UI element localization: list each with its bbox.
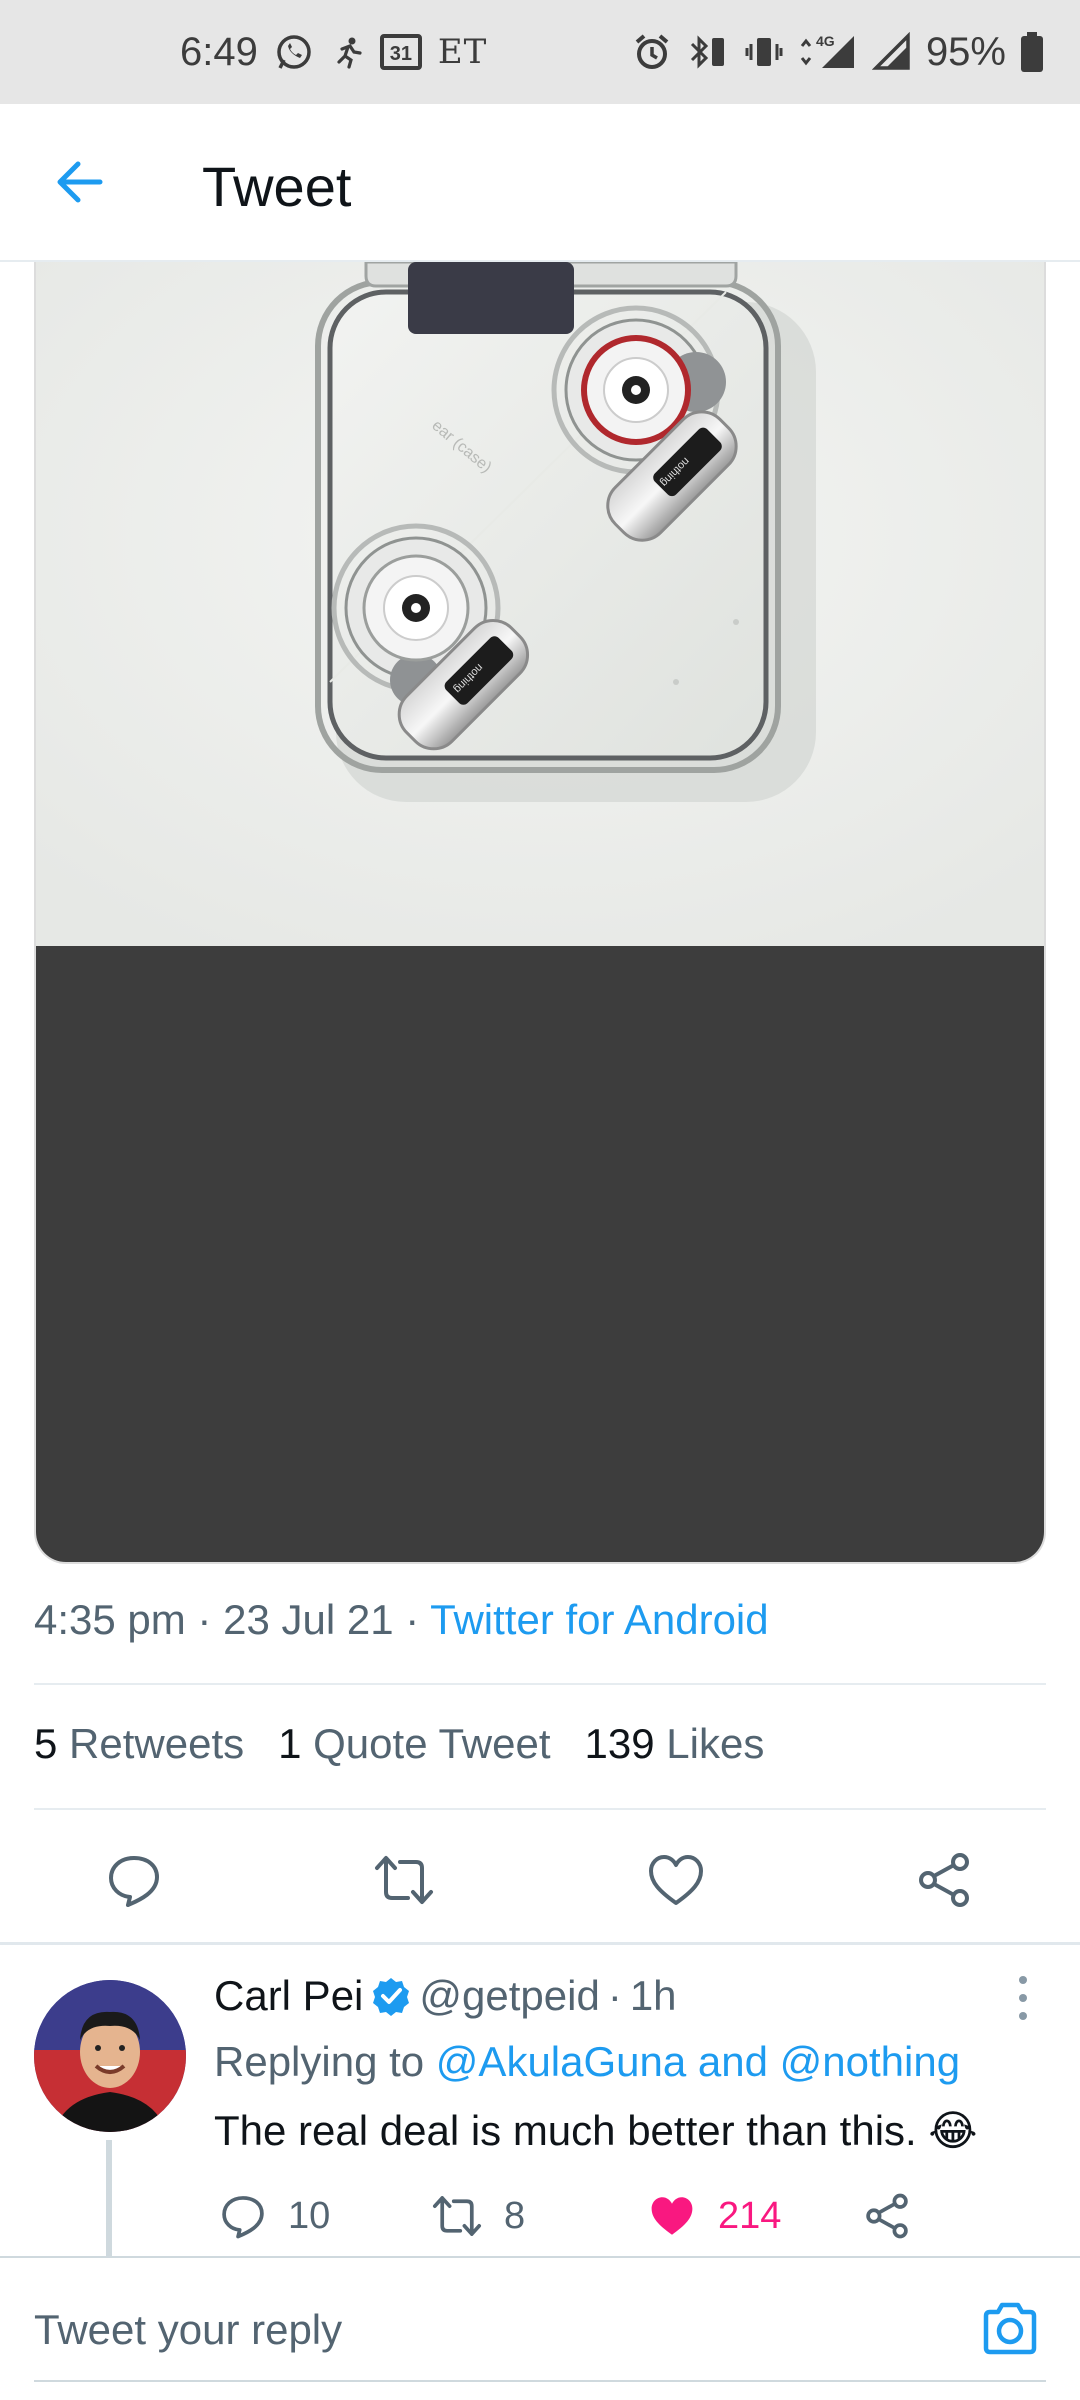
reply-like-count: 214: [718, 2194, 782, 2237]
earbuds-case-image: ear (case) nothing nothing: [36, 262, 1044, 946]
divider: [34, 1808, 1046, 1810]
reply-header: Carl Pei @getpeid · 1h: [214, 1972, 677, 2020]
reply-author-name[interactable]: Carl Pei: [214, 1972, 363, 2020]
battery-icon: [1020, 31, 1044, 73]
meta-separator: ·: [607, 1972, 622, 2019]
more-options-button[interactable]: [1010, 1976, 1036, 2020]
tweet-stats: 5 Retweets 1 Quote Tweet 139 Likes: [34, 1720, 764, 1768]
comment-icon: [109, 1856, 159, 1907]
mobile-data-signal-icon: 4G: [798, 32, 858, 72]
heart-filled-icon: [651, 2197, 693, 2235]
share-button[interactable]: [914, 1850, 974, 1910]
alarm-icon: [632, 32, 672, 72]
quotes-label: Quote Tweet: [313, 1720, 551, 1767]
tweet-media-dark-area: [36, 946, 1044, 1562]
divider: [34, 1683, 1046, 1685]
dot: [1019, 1994, 1027, 2002]
tweet-action-bar: [0, 1812, 1080, 1942]
retweet-icon: [432, 2196, 482, 2236]
reply-text: The real deal is much better than this. …: [214, 2107, 978, 2154]
back-button[interactable]: [48, 150, 112, 214]
camera-icon: [983, 2302, 1037, 2355]
share-icon: [919, 1853, 969, 1907]
avatar[interactable]: [34, 1980, 186, 2132]
tweet-time: 4:35 pm: [34, 1596, 186, 1643]
retweet-button[interactable]: [374, 1850, 434, 1910]
status-right: 4G 95%: [632, 0, 1044, 104]
reply-button[interactable]: [104, 1850, 164, 1910]
compose-underline: [34, 2380, 1046, 2382]
page-title: Tweet: [202, 155, 352, 218]
verified-badge-icon: [373, 1978, 410, 2016]
tweet-media[interactable]: ear (case) nothing nothing: [34, 262, 1046, 1564]
bluetooth-battery-icon: [686, 32, 730, 72]
tweet-source-link[interactable]: Twitter for Android: [430, 1596, 768, 1643]
status-time: 6:49: [180, 29, 258, 74]
compose-placeholder: Tweet your reply: [34, 2306, 343, 2353]
whatsapp-icon: [274, 32, 314, 72]
share-icon: [866, 2193, 908, 2239]
app-header: Tweet: [0, 104, 1080, 262]
status-bar: 6:49 31 ET 4G 95%: [0, 0, 1080, 104]
reply-author-handle[interactable]: @getpeid: [419, 1972, 599, 2020]
reply-compose-field[interactable]: Tweet your reply: [34, 2290, 1046, 2370]
retweet-icon: [375, 1856, 433, 1904]
likes-stat[interactable]: 139 Likes: [585, 1720, 765, 1768]
reply-age: 1h: [629, 1972, 677, 2019]
like-button[interactable]: [646, 1850, 706, 1910]
reply-like-button[interactable]: 214: [648, 2186, 781, 2246]
tweet-photo[interactable]: ear (case) nothing nothing: [36, 262, 1044, 946]
camera-button[interactable]: [978, 2296, 1042, 2360]
compose-divider: [0, 2256, 1080, 2258]
tweet-date: 23 Jul 21: [223, 1596, 394, 1643]
fitness-runner-icon: [330, 35, 364, 69]
arrow-left-icon: [57, 161, 103, 203]
retweets-count: 5: [34, 1720, 58, 1767]
avatar-photo: [34, 1980, 186, 2132]
meta-separator: ·: [393, 1596, 431, 1643]
reply-share-button[interactable]: [864, 2186, 910, 2246]
calendar-day: 31: [379, 34, 422, 70]
status-left: 6:49 31 ET: [180, 0, 487, 104]
section-divider: [0, 1942, 1080, 1945]
et-app-label: ET: [437, 32, 488, 72]
likes-count: 139: [584, 1720, 655, 1767]
retweets-label: Retweets: [69, 1720, 245, 1767]
dot: [1019, 2012, 1027, 2020]
heart-icon: [649, 1855, 703, 1905]
likes-label: Likes: [666, 1720, 765, 1767]
reply-action-bar: 10 8 214: [214, 2186, 1054, 2246]
calendar-icon: 31: [379, 34, 422, 70]
reply-reply-button[interactable]: 10: [220, 2186, 330, 2246]
reply-retweet-count: 8: [504, 2194, 526, 2237]
thread-line: [106, 2140, 112, 2256]
network-type-label: 4G: [816, 33, 835, 49]
replying-to-link[interactable]: @AkulaGuna and @nothing: [436, 2038, 960, 2085]
retweets-stat[interactable]: 5 Retweets: [34, 1720, 244, 1768]
replying-prefix: Replying to: [214, 2038, 425, 2085]
meta-separator: ·: [185, 1596, 224, 1643]
comment-icon: [222, 2196, 264, 2239]
quote-tweets-stat[interactable]: 1 Quote Tweet: [278, 1720, 550, 1768]
vibrate-icon: [744, 32, 784, 72]
cell-signal-icon: [871, 32, 912, 72]
battery-percent: 95%: [925, 29, 1006, 74]
reply-reply-count: 10: [288, 2194, 331, 2237]
replying-to: Replying to @AkulaGuna and @nothing: [214, 2038, 960, 2086]
reply-retweet-button[interactable]: 8: [432, 2186, 525, 2246]
quotes-count: 1: [278, 1720, 302, 1767]
tweet-meta: 4:35 pm · 23 Jul 21 · Twitter for Androi…: [34, 1596, 769, 1644]
dot: [1019, 1976, 1027, 1984]
